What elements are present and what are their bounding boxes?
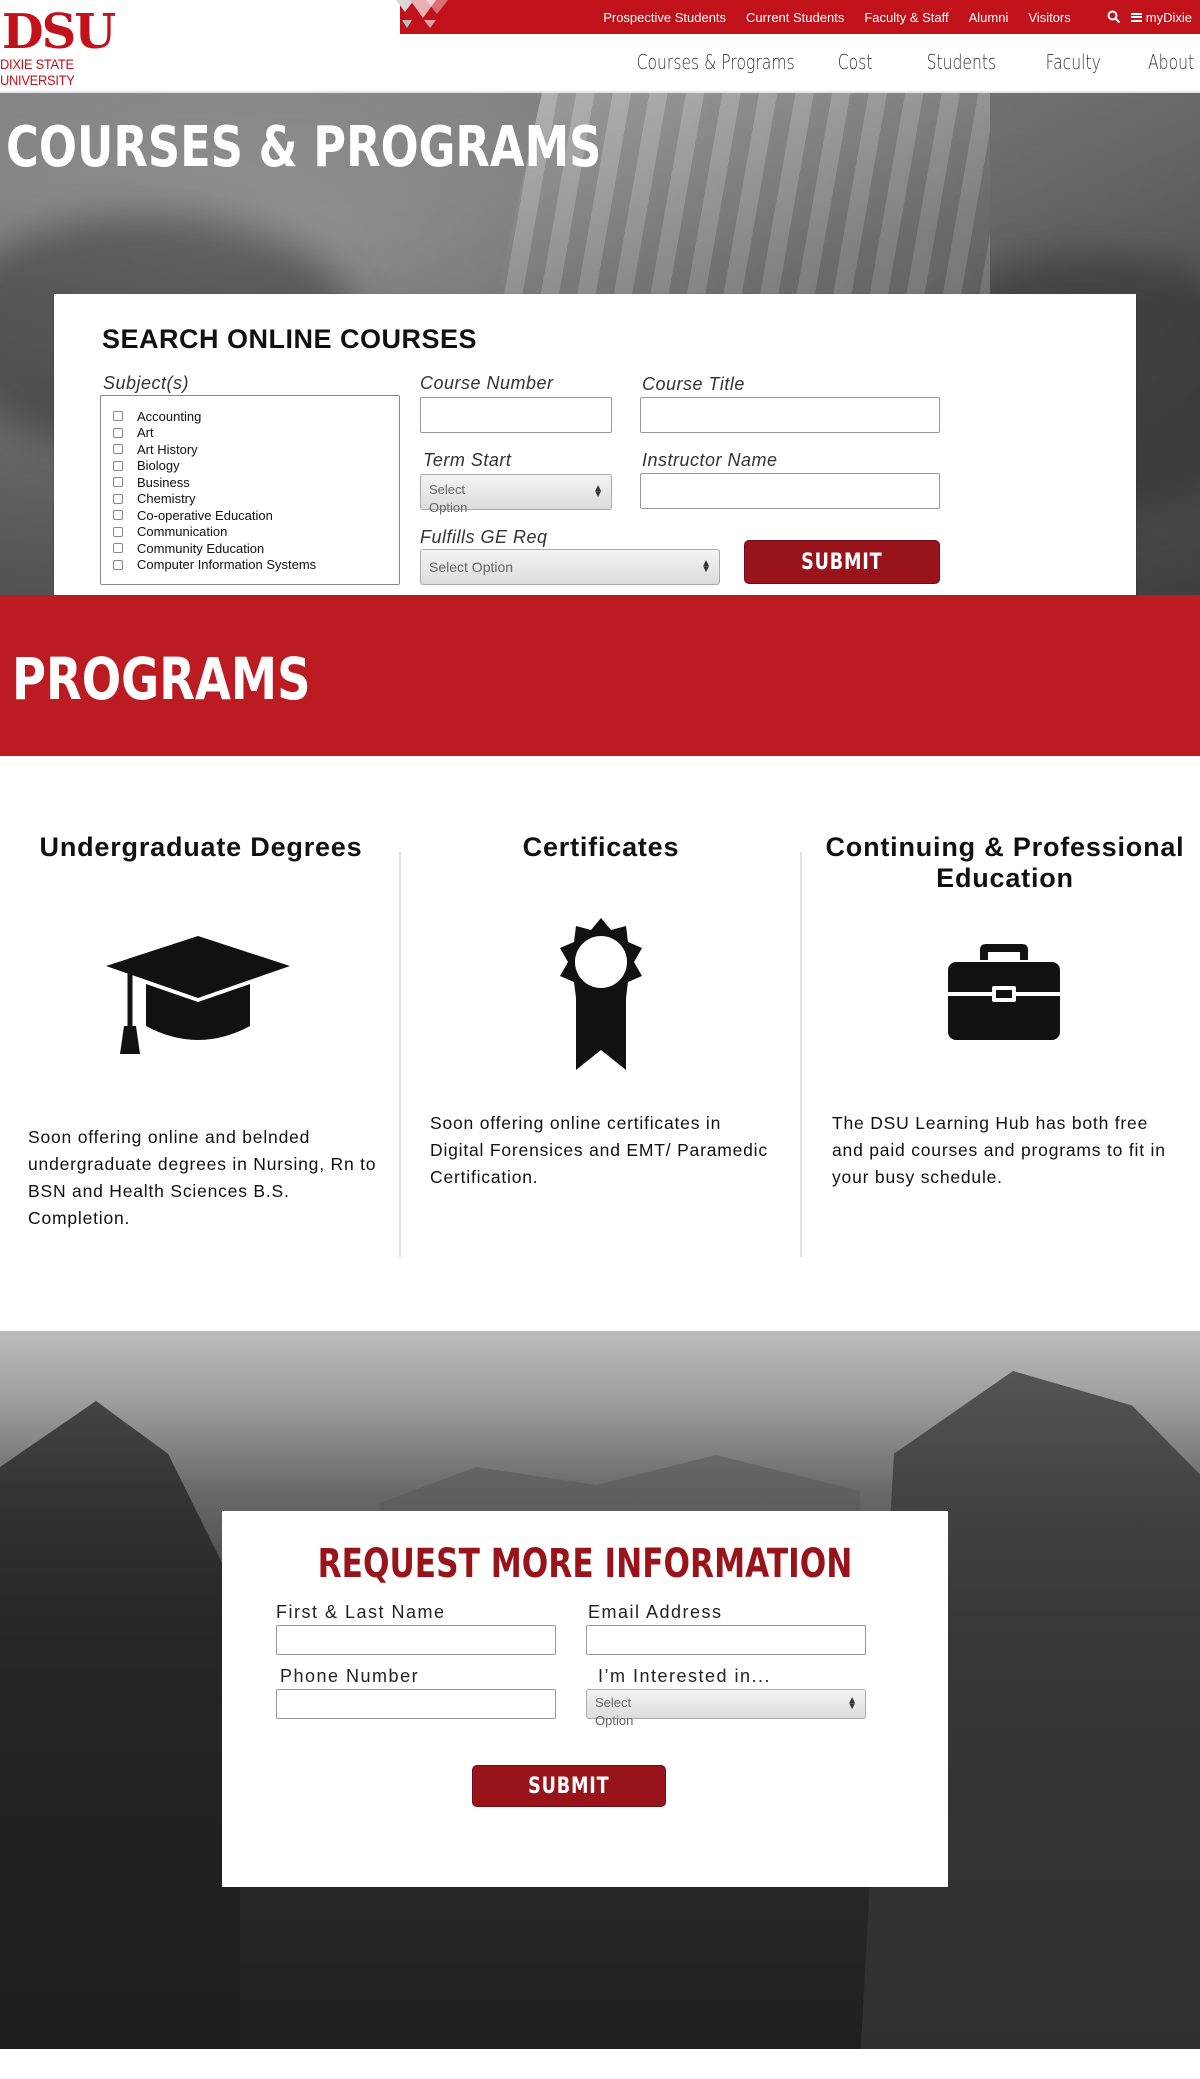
- course-title-input[interactable]: [640, 397, 940, 433]
- ge-req-label: Fulfills GE Req: [420, 527, 548, 547]
- phone-label: Phone Number: [280, 1666, 420, 1686]
- column-divider: [399, 852, 401, 1257]
- logo-triangles-decoration: [396, 0, 448, 28]
- checkbox[interactable]: [113, 559, 123, 570]
- name-label: First & Last Name: [276, 1602, 446, 1622]
- course-number-label: Course Number: [420, 373, 554, 393]
- nav-visitors[interactable]: Visitors: [1028, 10, 1070, 25]
- subjects-label: Subject(s): [103, 373, 190, 393]
- interest-value: Select Option: [595, 1695, 634, 1728]
- checkbox[interactable]: [113, 411, 123, 422]
- nav-alumni[interactable]: Alumni: [969, 10, 1009, 25]
- program-description: The DSU Learning Hub has both free and p…: [832, 1113, 1166, 1187]
- program-card-continuing-education[interactable]: Continuing & Professional Education The …: [802, 756, 1200, 1331]
- checkbox[interactable]: [113, 543, 123, 554]
- ge-req-value: Select Option: [429, 559, 514, 575]
- program-title: Certificates: [522, 832, 680, 862]
- page-footer-gap: [0, 2049, 1200, 2079]
- logo-mark: DSU: [2, 4, 116, 60]
- menu-icon: [1130, 12, 1142, 22]
- select-arrows-icon: ▲ ▼: [847, 1695, 857, 1712]
- subject-option[interactable]: Art: [113, 425, 399, 442]
- main-nav-cost[interactable]: Cost: [838, 50, 873, 74]
- program-description: Soon offering online certificates in Dig…: [430, 1113, 768, 1187]
- main-nav-about[interactable]: About: [1148, 50, 1194, 74]
- checkbox[interactable]: [113, 493, 123, 504]
- request-info-heading: REQUEST MORE INFORMATION: [317, 1541, 853, 1587]
- nav-faculty-staff[interactable]: Faculty & Staff: [864, 10, 948, 25]
- course-number-input[interactable]: [420, 397, 612, 433]
- checkbox[interactable]: [113, 444, 123, 455]
- program-title: Continuing & Professional Education: [825, 832, 1185, 893]
- search-icon[interactable]: [1107, 10, 1121, 24]
- subject-option[interactable]: Co-operative Education: [113, 507, 399, 524]
- subject-option[interactable]: Biology: [113, 458, 399, 475]
- instructor-input[interactable]: [640, 473, 940, 509]
- checkbox[interactable]: [113, 510, 123, 521]
- subject-option[interactable]: Business: [113, 474, 399, 491]
- subject-option[interactable]: Computer Information Systems: [113, 557, 399, 574]
- program-title: Undergraduate Degrees: [39, 832, 363, 862]
- subject-option[interactable]: Community Education: [113, 540, 399, 557]
- checkbox[interactable]: [113, 526, 123, 537]
- instructor-label: Instructor Name: [642, 450, 778, 470]
- search-submit-button[interactable]: SUBMIT: [744, 540, 940, 584]
- page-title: COURSES & PROGRAMS: [6, 115, 602, 180]
- nav-current-students[interactable]: Current Students: [746, 10, 844, 25]
- logo-university-name: DIXIE STATE UNIVERSITY: [0, 56, 75, 88]
- main-nav-courses-programs[interactable]: Courses & Programs: [636, 50, 794, 74]
- phone-input[interactable]: [276, 1689, 556, 1719]
- briefcase-icon: [948, 944, 1060, 1040]
- term-start-label: Term Start: [423, 450, 512, 470]
- mydixie-label: myDixie: [1145, 9, 1192, 25]
- email-input[interactable]: [586, 1625, 866, 1655]
- request-info-card: REQUEST MORE INFORMATION First & Last Na…: [222, 1511, 948, 1887]
- checkbox[interactable]: [113, 477, 123, 488]
- interest-select[interactable]: Select Option ▲ ▼: [586, 1689, 866, 1728]
- search-heading: SEARCH ONLINE COURSES: [102, 324, 478, 354]
- select-arrows-icon: ▲ ▼: [701, 558, 711, 575]
- ge-req-select[interactable]: Select Option ▲ ▼: [420, 549, 720, 585]
- column-divider: [800, 852, 802, 1257]
- mydixie-menu-button[interactable]: myDixie: [1130, 9, 1192, 25]
- utility-bar: Prospective Students Current Students Fa…: [396, 0, 1200, 34]
- checkbox[interactable]: [113, 460, 123, 471]
- nav-prospective-students[interactable]: Prospective Students: [603, 10, 726, 25]
- graduation-cap-icon: [106, 936, 290, 1054]
- hero-section: COURSES & PROGRAMS SEARCH ONLINE COURSES…: [0, 93, 1200, 595]
- main-nav-faculty[interactable]: Faculty: [1046, 50, 1101, 74]
- programs-heading: PROGRAMS: [12, 645, 311, 713]
- email-label: Email Address: [588, 1602, 723, 1622]
- course-search-card: SEARCH ONLINE COURSES Subject(s) Account…: [54, 294, 1136, 595]
- programs-banner: PROGRAMS: [0, 595, 1200, 756]
- subject-option[interactable]: Art History: [113, 441, 399, 458]
- program-columns: Undergraduate Degrees Soon offering onli…: [0, 756, 1200, 1331]
- program-card-certificates[interactable]: Certificates Soon offering online certif…: [400, 756, 802, 1331]
- subject-option[interactable]: Chemistry: [113, 491, 399, 508]
- main-nav: Courses & Programs Cost Students Faculty…: [592, 34, 1200, 90]
- subject-option[interactable]: Accounting: [113, 408, 399, 425]
- checkbox[interactable]: [113, 427, 123, 438]
- interest-label: I’m Interested in...: [598, 1666, 772, 1686]
- award-ribbon-icon: [560, 918, 642, 1070]
- subject-option[interactable]: Communication: [113, 524, 399, 541]
- canyon-rock: [0, 1401, 240, 2049]
- term-start-value: Select Option: [429, 482, 468, 515]
- dsu-logo[interactable]: DSU DIXIE STATE UNIVERSITY: [0, 4, 150, 88]
- program-description: Soon offering online and belnded undergr…: [28, 1127, 377, 1228]
- program-card-undergraduate[interactable]: Undergraduate Degrees Soon offering onli…: [0, 756, 402, 1331]
- select-arrows-icon: ▲ ▼: [593, 483, 603, 500]
- main-nav-students[interactable]: Students: [926, 50, 996, 74]
- subjects-listbox[interactable]: Accounting Art Art History Biology Busin…: [100, 395, 400, 585]
- request-info-section: REQUEST MORE INFORMATION First & Last Na…: [0, 1331, 1200, 2049]
- name-input[interactable]: [276, 1625, 556, 1655]
- request-info-submit-button[interactable]: SUBMIT: [472, 1765, 666, 1807]
- course-title-label: Course Title: [642, 374, 745, 394]
- term-start-select[interactable]: Select Option ▲ ▼: [420, 474, 612, 515]
